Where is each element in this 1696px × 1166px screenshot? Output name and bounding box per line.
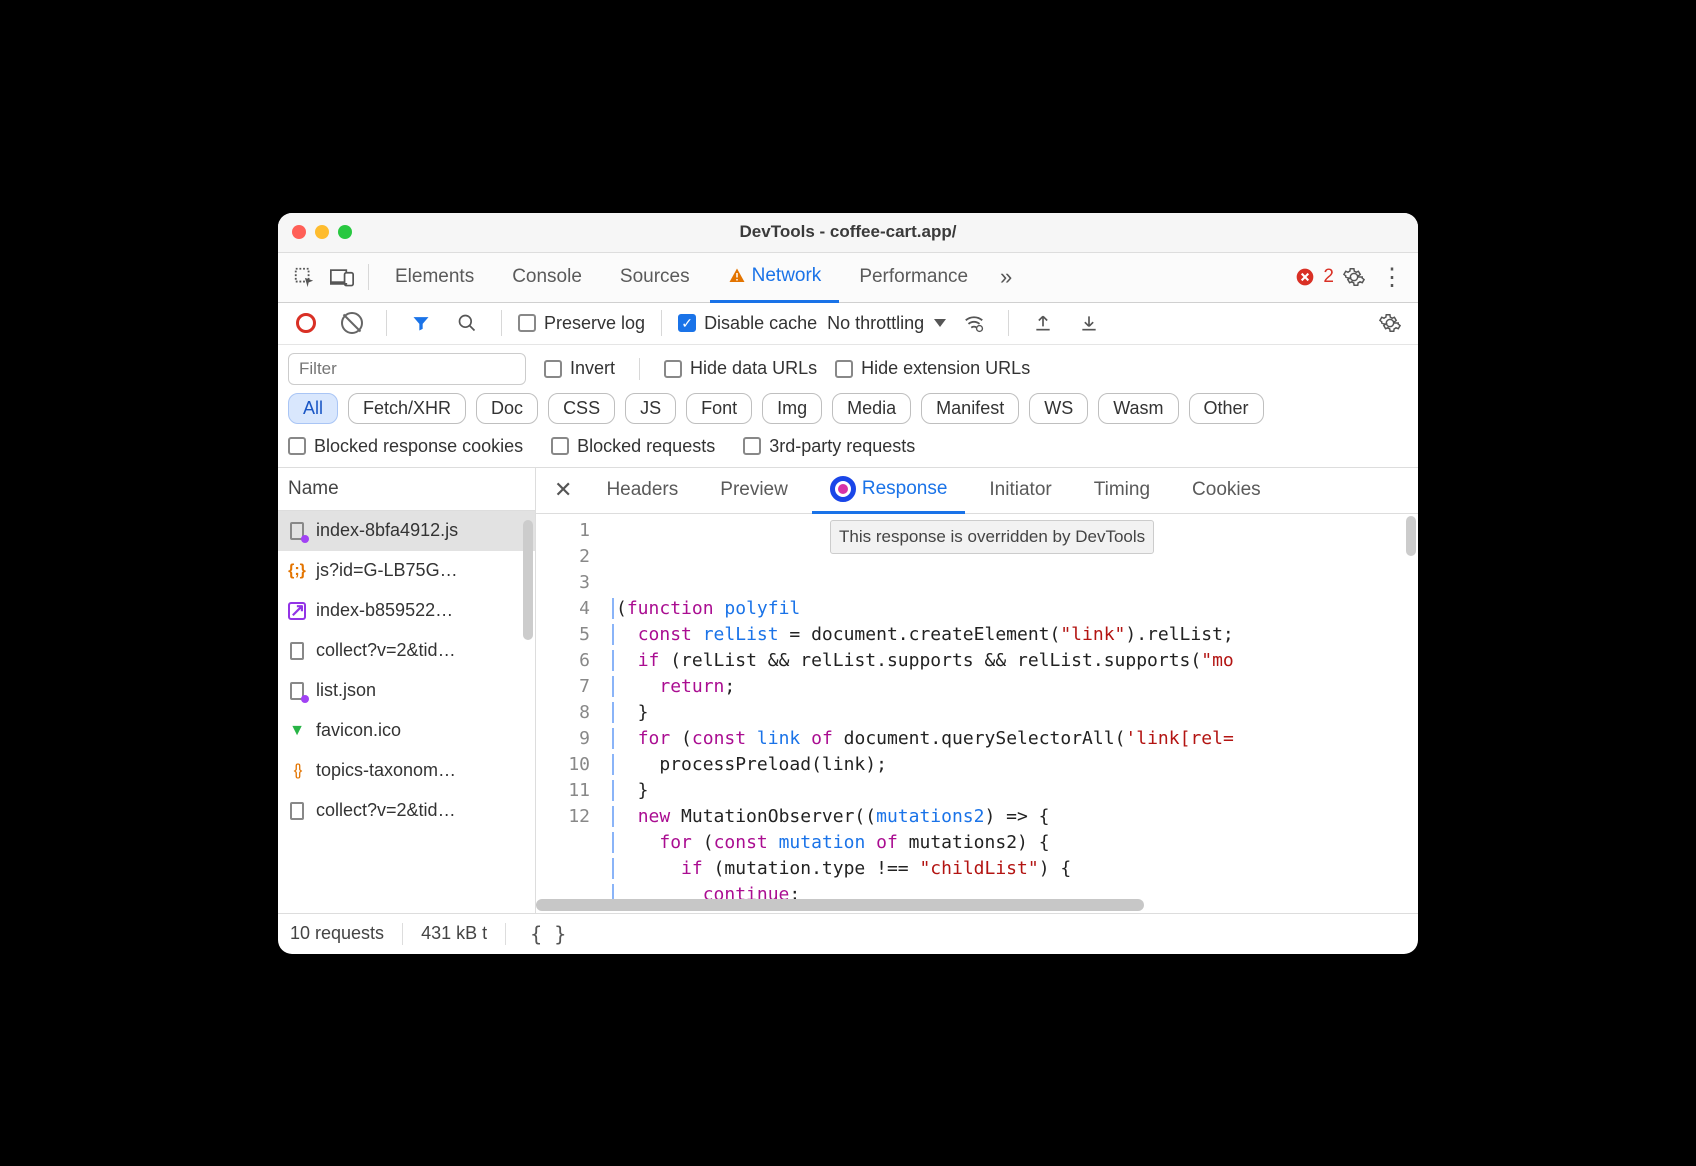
third-party-checkbox[interactable]: 3rd-party requests <box>743 436 915 457</box>
request-row[interactable]: collect?v=2&tid… <box>278 791 535 831</box>
detail-tab-bar: ✕ Headers Preview Response Initiator Tim… <box>536 468 1418 514</box>
type-chip-doc[interactable]: Doc <box>476 393 538 424</box>
kebab-menu-icon[interactable]: ⋮ <box>1374 259 1410 295</box>
detail-tab-initiator[interactable]: Initiator <box>971 467 1069 513</box>
minimize-window-button[interactable] <box>315 225 329 239</box>
network-toolbar: Preserve log ✓Disable cache No throttlin… <box>278 303 1418 345</box>
blocked-requests-checkbox[interactable]: Blocked requests <box>551 436 715 457</box>
detail-tab-response[interactable]: Response <box>812 468 966 514</box>
blocked-cookies-checkbox[interactable]: Blocked response cookies <box>288 436 523 457</box>
preserve-log-checkbox[interactable]: Preserve log <box>518 313 645 334</box>
override-tooltip: This response is overridden by DevTools <box>830 520 1154 554</box>
override-indicator-icon <box>830 476 856 502</box>
request-details: ✕ Headers Preview Response Initiator Tim… <box>536 468 1418 913</box>
chevron-down-icon <box>934 319 946 333</box>
throttling-select[interactable]: No throttling <box>827 313 946 334</box>
type-chip-all[interactable]: All <box>288 393 338 424</box>
import-har-icon[interactable] <box>1071 305 1107 341</box>
line-gutter: 123456789101112 <box>536 514 608 913</box>
more-filters-row: Blocked response cookies Blocked request… <box>278 432 1418 468</box>
code-vertical-scrollbar[interactable] <box>1406 516 1416 556</box>
request-name: index-8bfa4912.js <box>316 520 458 541</box>
devtools-window: DevTools - coffee-cart.app/ Elements Con… <box>278 213 1418 954</box>
type-chip-media[interactable]: Media <box>832 393 911 424</box>
invert-checkbox[interactable]: Invert <box>544 358 615 379</box>
network-settings-icon[interactable] <box>1372 305 1408 341</box>
request-row[interactable]: {;}js?id=G-LB75G… <box>278 551 535 591</box>
code-horizontal-scrollbar[interactable] <box>536 899 1404 911</box>
type-chip-fetchxhr[interactable]: Fetch/XHR <box>348 393 466 424</box>
detail-tab-headers[interactable]: Headers <box>588 467 696 513</box>
request-row[interactable]: index-8bfa4912.js <box>278 511 535 551</box>
filter-icon[interactable] <box>403 305 439 341</box>
type-chip-wasm[interactable]: Wasm <box>1098 393 1178 424</box>
main-tab-bar: Elements Console Sources Network Perform… <box>278 253 1418 303</box>
request-name: favicon.ico <box>316 720 401 741</box>
error-indicator[interactable]: 2 <box>1295 266 1334 288</box>
window-title: DevTools - coffee-cart.app/ <box>278 222 1418 242</box>
warning-icon <box>728 267 746 285</box>
search-icon[interactable] <box>449 305 485 341</box>
request-row[interactable]: collect?v=2&tid… <box>278 631 535 671</box>
request-name: collect?v=2&tid… <box>316 800 456 821</box>
tab-performance[interactable]: Performance <box>841 252 986 302</box>
hide-extension-urls-checkbox[interactable]: Hide extension URLs <box>835 358 1030 379</box>
tab-sources[interactable]: Sources <box>602 252 708 302</box>
type-chip-font[interactable]: Font <box>686 393 752 424</box>
settings-icon[interactable] <box>1336 259 1372 295</box>
type-chip-ws[interactable]: WS <box>1029 393 1088 424</box>
tab-console[interactable]: Console <box>494 252 600 302</box>
device-toolbar-icon[interactable] <box>324 259 360 295</box>
divider <box>368 264 369 290</box>
filter-bar: Invert Hide data URLs Hide extension URL… <box>278 345 1418 389</box>
request-row[interactable]: ↗index-b859522… <box>278 591 535 631</box>
request-name: index-b859522… <box>316 600 453 621</box>
status-bar: 10 requests 431 kB t { } <box>278 914 1418 954</box>
close-window-button[interactable] <box>292 225 306 239</box>
detail-tab-preview[interactable]: Preview <box>702 467 806 513</box>
response-code-viewer[interactable]: 123456789101112 This response is overrid… <box>536 514 1418 913</box>
resource-type-filter: All Fetch/XHR Doc CSS JS Font Img Media Manifest… <box>278 389 1418 432</box>
export-har-icon[interactable] <box>1025 305 1061 341</box>
status-transferred: 431 kB t <box>421 923 487 944</box>
window-controls <box>278 225 352 239</box>
filter-input[interactable] <box>288 353 526 385</box>
disable-cache-checkbox[interactable]: ✓Disable cache <box>678 313 817 334</box>
tab-network[interactable]: Network <box>710 253 840 303</box>
clear-button[interactable] <box>334 305 370 341</box>
window-titlebar: DevTools - coffee-cart.app/ <box>278 213 1418 253</box>
request-name: list.json <box>316 680 376 701</box>
error-icon <box>1295 267 1315 287</box>
sidebar-scrollbar[interactable] <box>523 520 533 640</box>
request-row[interactable]: list.json <box>278 671 535 711</box>
more-tabs-button[interactable]: » <box>988 259 1024 295</box>
code-content[interactable]: This response is overridden by DevTools(… <box>608 514 1418 913</box>
inspect-element-icon[interactable] <box>286 259 322 295</box>
network-content: Name index-8bfa4912.js {;}js?id=G-LB75G…↗… <box>278 468 1418 914</box>
column-header-name[interactable]: Name <box>278 468 535 511</box>
network-conditions-icon[interactable] <box>956 305 992 341</box>
hide-data-urls-checkbox[interactable]: Hide data URLs <box>664 358 817 379</box>
request-list: Name index-8bfa4912.js {;}js?id=G-LB75G…↗… <box>278 468 536 913</box>
type-chip-manifest[interactable]: Manifest <box>921 393 1019 424</box>
request-name: topics-taxonom… <box>316 760 456 781</box>
type-chip-img[interactable]: Img <box>762 393 822 424</box>
detail-tab-cookies[interactable]: Cookies <box>1174 467 1279 513</box>
request-name: js?id=G-LB75G… <box>316 560 458 581</box>
type-chip-css[interactable]: CSS <box>548 393 615 424</box>
zoom-window-button[interactable] <box>338 225 352 239</box>
request-row[interactable]: {}topics-taxonom… <box>278 751 535 791</box>
record-button[interactable] <box>288 305 324 341</box>
detail-tab-timing[interactable]: Timing <box>1076 467 1168 513</box>
request-name: collect?v=2&tid… <box>316 640 456 661</box>
tab-elements[interactable]: Elements <box>377 252 492 302</box>
type-chip-js[interactable]: JS <box>625 393 676 424</box>
type-chip-other[interactable]: Other <box>1189 393 1264 424</box>
status-request-count: 10 requests <box>290 923 384 944</box>
request-row[interactable]: ▼favicon.ico <box>278 711 535 751</box>
pretty-print-button[interactable]: { } <box>524 922 572 946</box>
close-details-button[interactable]: ✕ <box>544 477 582 503</box>
